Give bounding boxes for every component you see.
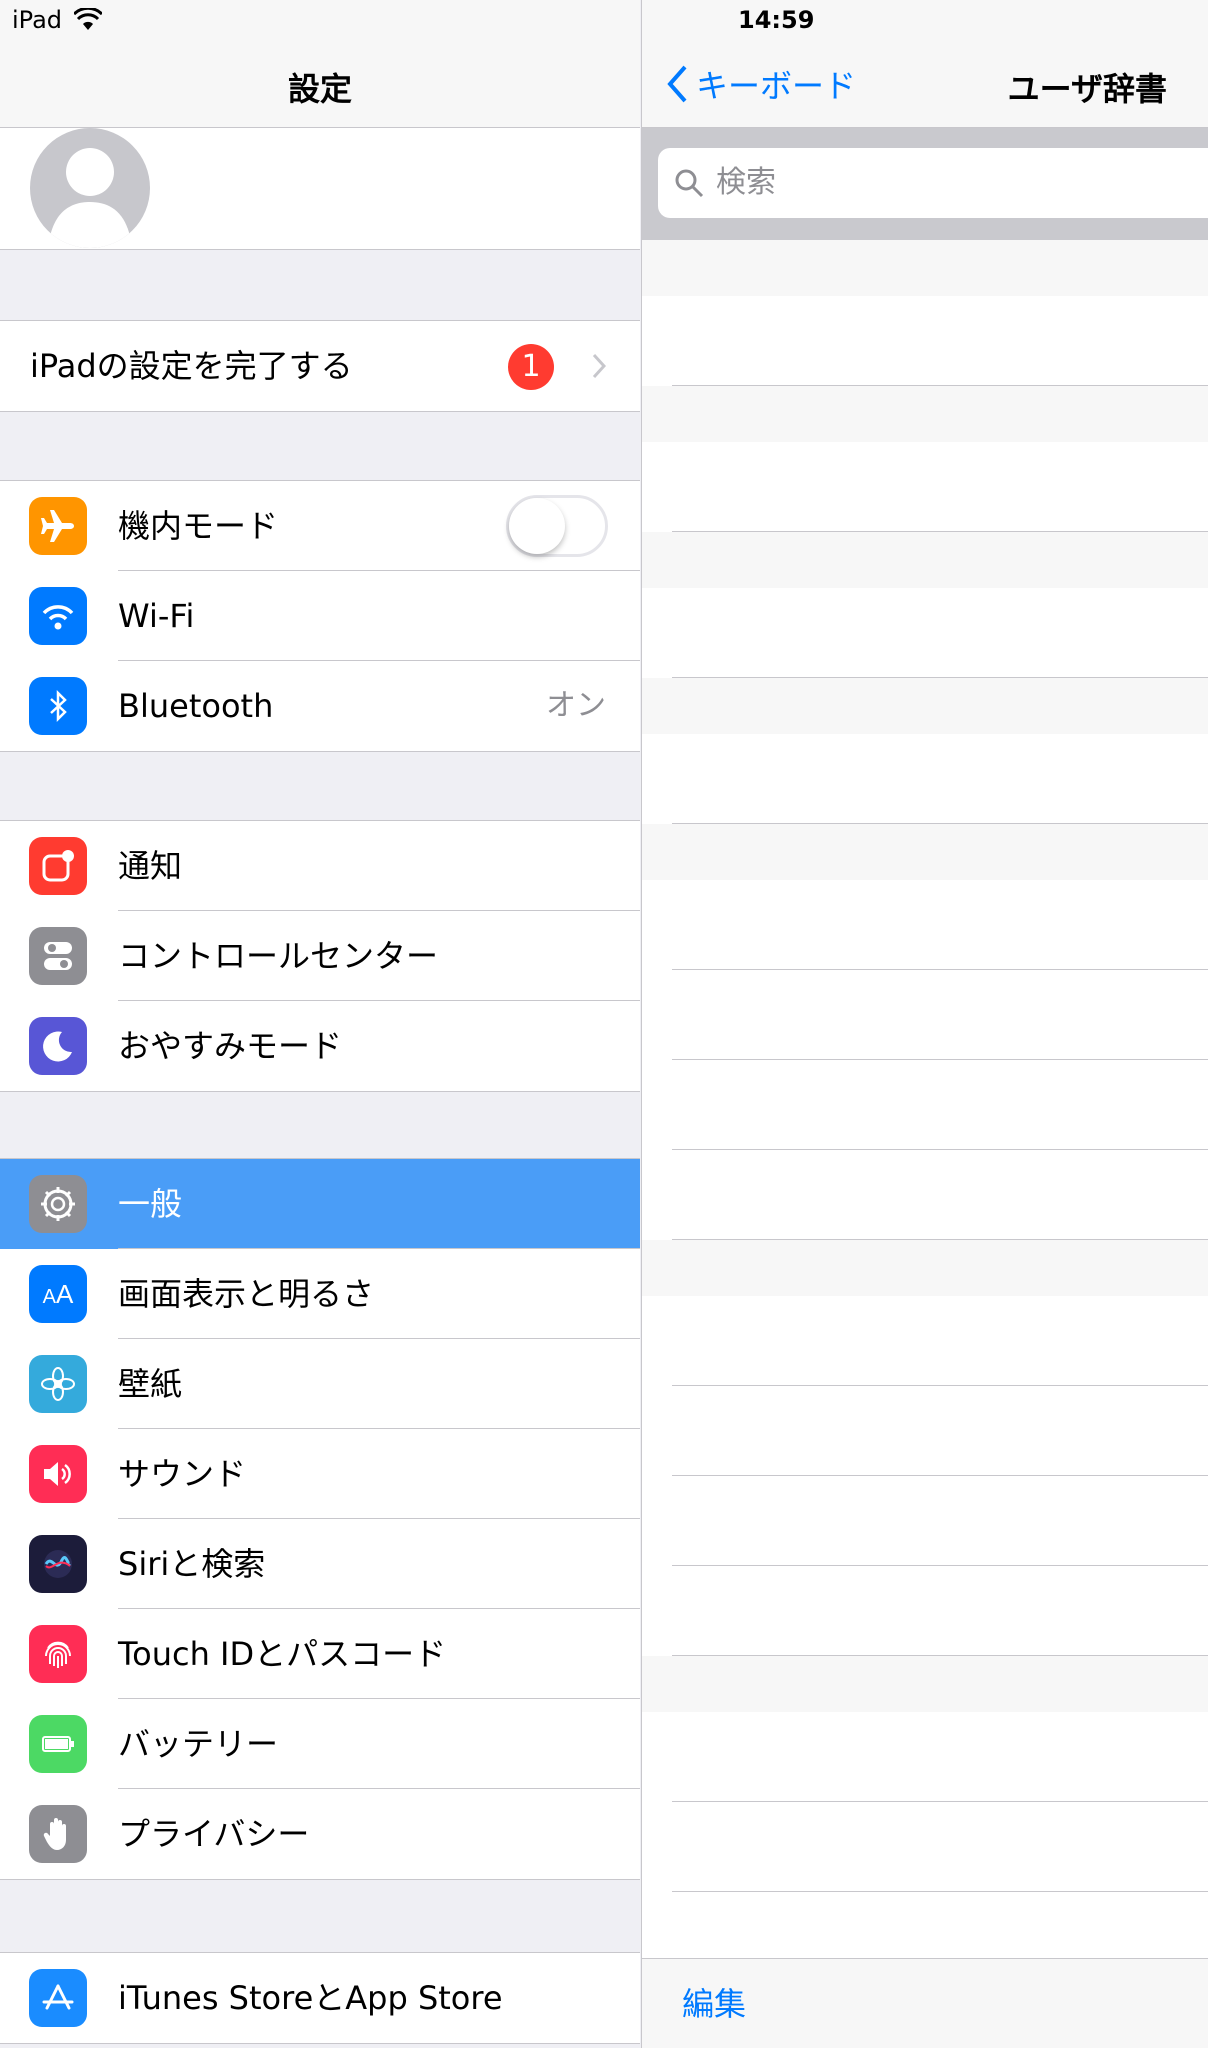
bluetooth-value: オン [546,688,606,723]
user-dictionary-pane: キーボード ユーザ辞書 検索 編集 [641,0,1208,2048]
battery-label: バッテリー [118,1725,279,1763]
list-item[interactable] [642,1386,1208,1476]
avatar [30,128,150,248]
search-placeholder: 検索 [716,165,776,200]
search-bar: 検索 [642,128,1208,240]
notification-badge: 1 [508,344,554,390]
control-center-icon [29,927,87,985]
general-group: 一般 AA 画面表示と明るさ 壁紙 サウンド Siriと検索 Touch IDと… [0,1158,640,1880]
list-item[interactable] [642,296,1208,386]
back-label: キーボード [696,67,857,105]
wallpaper-icon [29,1355,87,1413]
search-icon [675,169,704,198]
list-item[interactable] [642,1802,1208,1892]
wifi-row[interactable]: Wi-Fi [0,571,640,661]
settings-master-pane: 設定 iPadの設定を完了する 1 機内モード Wi-Fi Bluetooth … [0,0,640,2048]
do-not-disturb-label: おやすみモード [118,1027,343,1065]
privacy-label: プライバシー [118,1815,310,1853]
battery-row[interactable]: バッテリー [0,1699,640,1789]
gear-icon [29,1175,87,1233]
list-item[interactable] [642,442,1208,532]
control-center-row[interactable]: コントロールセンター [0,911,640,1001]
display-brightness-row[interactable]: AA 画面表示と明るさ [0,1249,640,1339]
toggle-knob [509,498,565,554]
hand-icon [29,1805,87,1863]
status-time: 14:59 [738,6,815,34]
bluetooth-row[interactable]: Bluetooth オン [0,661,640,751]
chevron-right-icon [592,353,606,379]
section-header [642,678,1208,734]
list-item[interactable] [642,1296,1208,1386]
moon-icon [29,1017,87,1075]
itunes-app-store-label: iTunes StoreとApp Store [118,1979,503,2017]
bottom-toolbar: 編集 [642,1958,1208,2048]
list-item[interactable] [642,970,1208,1060]
notifications-icon [29,837,87,895]
wifi-status-icon [74,8,102,30]
setup-ipad-row[interactable]: iPadの設定を完了する 1 [0,321,640,411]
notifications-group: 通知 コントロールセンター おやすみモード [0,820,640,1092]
wifi-icon [29,587,87,645]
general-row[interactable]: 一般 [0,1159,640,1249]
control-center-label: コントロールセンター [118,937,439,975]
airplane-mode-row[interactable]: 機内モード [0,481,640,571]
connectivity-group: 機内モード Wi-Fi Bluetooth オン [0,480,640,752]
sounds-label: サウンド [118,1455,247,1493]
display-brightness-label: 画面表示と明るさ [118,1275,375,1313]
search-input[interactable]: 検索 [658,148,1208,218]
touch-id-passcode-row[interactable]: Touch IDとパスコード [0,1609,640,1699]
list-item[interactable] [642,588,1208,678]
notifications-label: 通知 [118,847,183,885]
page-title: 設定 [287,70,352,108]
back-button[interactable]: キーボード [666,62,856,106]
do-not-disturb-row[interactable]: おやすみモード [0,1001,640,1091]
sounds-row[interactable]: サウンド [0,1429,640,1519]
list-item[interactable] [642,1150,1208,1240]
airplane-mode-toggle[interactable] [506,495,608,557]
wifi-label: Wi-Fi [118,597,195,635]
wallpaper-label: 壁紙 [118,1365,183,1403]
section-header [642,824,1208,880]
list-item[interactable] [642,880,1208,970]
siri-icon [29,1535,87,1593]
privacy-row[interactable]: プライバシー [0,1789,640,1879]
detail-title: ユーザ辞書 [1007,70,1167,108]
bluetooth-label: Bluetooth [118,687,274,725]
bluetooth-icon [29,677,87,735]
status-bar: iPad 14:59 [0,0,1208,40]
siri-search-row[interactable]: Siriと検索 [0,1519,640,1609]
app-store-icon [29,1969,87,2027]
airplane-mode-label: 機内モード [118,507,279,545]
edit-button[interactable]: 編集 [682,1959,746,2048]
itunes-app-store-row[interactable]: iTunes StoreとApp Store [0,1953,640,2043]
store-group: iTunes StoreとApp Store [0,1952,640,2044]
setup-ipad-label: iPadの設定を完了する [30,347,353,385]
list-item[interactable] [642,1712,1208,1802]
setup-group: iPadの設定を完了する 1 [0,320,640,412]
section-header [642,386,1208,442]
chevron-left-icon [667,65,687,103]
siri-search-label: Siriと検索 [118,1545,266,1583]
section-header [642,1240,1208,1296]
section-header [642,240,1208,296]
device-name: iPad [12,6,63,34]
section-header [642,532,1208,588]
notifications-row[interactable]: 通知 [0,821,640,911]
speaker-icon [29,1445,87,1503]
list-item[interactable] [642,1060,1208,1150]
list-item[interactable] [642,1566,1208,1656]
apple-id-profile-row[interactable] [0,128,640,250]
section-header [642,1656,1208,1712]
touch-id-passcode-label: Touch IDとパスコード [118,1635,447,1673]
list-item[interactable] [642,1476,1208,1566]
display-icon: AA [29,1265,87,1323]
wallpaper-row[interactable]: 壁紙 [0,1339,640,1429]
list-item[interactable] [642,734,1208,824]
general-label: 一般 [118,1185,183,1223]
airplane-icon [29,497,87,555]
fingerprint-icon [29,1625,87,1683]
battery-icon [29,1715,87,1773]
